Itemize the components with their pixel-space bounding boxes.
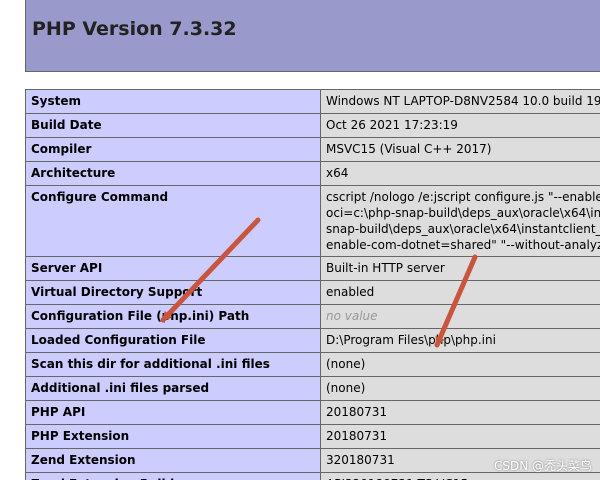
table-row: Build Date Oct 26 2021 17:23:19 [25,113,600,138]
row-key: System [25,89,321,114]
row-value: Built-in HTTP server [320,256,600,281]
row-key: PHP API [25,400,321,425]
row-value-text: D:\Program Files\php\php.ini [326,333,496,347]
row-value: enabled [320,280,600,305]
row-value-text: Oct 26 2021 17:23:19 [326,118,458,132]
table-row: Architecture x64 [25,161,600,186]
table-row: Compiler MSVC15 (Visual C++ 2017) [25,137,600,162]
row-key: Architecture [25,161,321,186]
row-key: Configuration File (php.ini) Path [25,304,321,329]
table-row: Loaded Configuration File D:\Program File… [25,328,600,353]
row-key: Server API [25,256,321,281]
row-value: no value [320,304,600,329]
row-key: Loaded Configuration File [25,328,321,353]
row-value-line: enable-com-dotnet=shared" "--without-ana… [326,238,600,252]
table-row: Configuration File (php.ini) Path no valu… [25,304,600,329]
row-value: MSVC15 (Visual C++ 2017) [320,137,600,162]
row-key: Configure Command [25,185,321,257]
row-key: Zend Extension [25,448,321,473]
row-key: Zend Extension Build [25,472,321,480]
table-row: Server API Built-in HTTP server [25,256,600,281]
row-value-text: (none) [326,357,366,371]
row-value-text: 20180731 [326,429,388,443]
page-title: PHP Version 7.3.32 [32,18,237,40]
csdn-watermark: CSDN @秃头菜鸟 [493,459,592,473]
row-value-text: Built-in HTTP server [326,261,445,275]
row-value-line: cscript /nologo /e:jscript configure.js … [326,190,600,204]
table-row: Virtual Directory Support enabled [25,280,600,305]
phpinfo-page: PHP Version 7.3.32 System Windows NT LAPT… [0,0,600,480]
row-value-line: snap-build\deps_aux\oracle\x64\instantcl… [326,222,600,236]
row-value: 20180731 [320,400,600,425]
row-key: Virtual Directory Support [25,280,321,305]
row-value-text: (none) [326,381,366,395]
table-row: PHP Extension 20180731 [25,424,600,449]
row-value: 20180731 [320,424,600,449]
row-value: Windows NT LAPTOP-D8NV2584 10.0 build 19… [320,89,600,114]
table-row: System Windows NT LAPTOP-D8NV2584 10.0 bu… [25,89,600,114]
row-value: cscript /nologo /e:jscript configure.js … [320,185,600,257]
table-row: Scan this dir for additional .ini files (… [25,352,600,377]
row-value: D:\Program Files\php\php.ini [320,328,600,353]
row-value: Oct 26 2021 17:23:19 [320,113,600,138]
row-value: (none) [320,352,600,377]
phpinfo-table: System Windows NT LAPTOP-D8NV2584 10.0 bu… [25,89,600,480]
row-value: (none) [320,376,600,401]
row-value-text: 20180731 [326,405,388,419]
row-key: Additional .ini files parsed [25,376,321,401]
row-key: Build Date [25,113,321,138]
php-version-header: PHP Version 7.3.32 [25,0,600,72]
row-value: x64 [320,161,600,186]
row-value-text: enabled [326,285,375,299]
row-key: Scan this dir for additional .ini files [25,352,321,377]
row-value-text: x64 [326,166,349,180]
table-row: Additional .ini files parsed (none) [25,376,600,401]
table-row: PHP API 20180731 [25,400,600,425]
row-value-text: 320180731 [326,453,395,467]
row-key: PHP Extension [25,424,321,449]
table-row: Configure Command cscript /nologo /e:jscr… [25,185,600,257]
row-key: Compiler [25,137,321,162]
row-value-text: Windows NT LAPTOP-D8NV2584 10.0 build 19… [326,94,600,108]
row-value-line: oci=c:\php-snap-build\deps_aux\oracle\x6… [326,206,600,220]
row-value-text: MSVC15 (Visual C++ 2017) [326,142,492,156]
no-value-text: no value [326,309,378,323]
